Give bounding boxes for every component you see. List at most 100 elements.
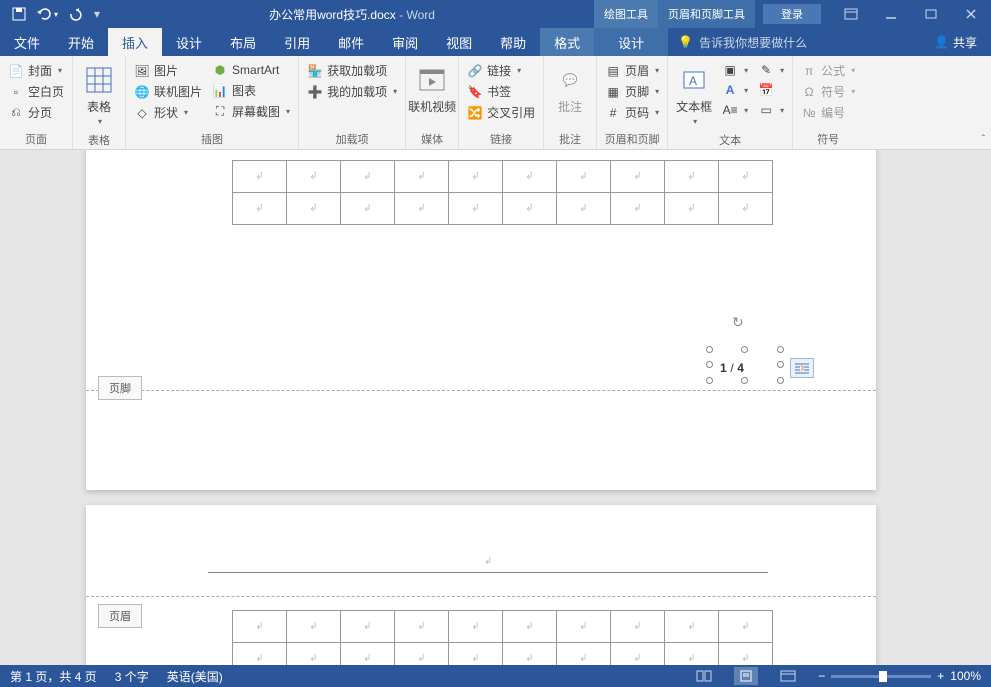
shapes-icon: ◇ — [134, 105, 150, 121]
table-page1[interactable]: ↲↲↲↲↲↲↲↲↲↲ ↲↲↲↲↲↲↲↲↲↲ — [232, 160, 773, 225]
collapse-ribbon-button[interactable]: ˆ — [982, 134, 985, 145]
group-label-comments: 批注 — [548, 129, 592, 149]
signature-icon: ✎ — [758, 62, 774, 78]
shapes-button[interactable]: ◇形状▾ — [130, 102, 206, 123]
symbol-button[interactable]: Ω符号▾ — [797, 81, 859, 102]
login-button[interactable]: 登录 — [763, 4, 821, 24]
online-pictures-button[interactable]: 🌐联机图片 — [130, 81, 206, 102]
group-label-addins: 加载项 — [303, 129, 401, 149]
object-button[interactable]: ▭▾ — [754, 100, 788, 120]
dropcap-icon: A≡ — [722, 102, 738, 118]
cover-page-button[interactable]: 📄封面▾ — [4, 60, 68, 81]
comment-button[interactable]: 💬批注 — [548, 60, 592, 119]
textbox-button[interactable]: A文本框▾ — [672, 60, 716, 130]
quickparts-button[interactable]: ▣▾ — [718, 60, 752, 80]
save-button[interactable] — [6, 2, 32, 26]
ribbon-group-headerfooter: ▤页眉▾ ▦页脚▾ #页码▾ 页眉和页脚 — [597, 56, 668, 149]
group-label-illustrations: 插图 — [130, 129, 294, 149]
blank-page-button[interactable]: ▫空白页 — [4, 81, 68, 102]
number-button[interactable]: №编号 — [797, 102, 859, 123]
tell-me-placeholder: 告诉我你想要做什么 — [699, 34, 807, 51]
tab-home[interactable]: 开始 — [54, 28, 108, 56]
header-rule — [208, 572, 768, 573]
web-layout-button[interactable] — [776, 667, 800, 685]
screenshot-button[interactable]: ⛶屏幕截图▾ — [208, 101, 294, 122]
minimize-button[interactable] — [871, 0, 911, 28]
tab-references[interactable]: 引用 — [270, 28, 324, 56]
signature-button[interactable]: ✎▾ — [754, 60, 788, 80]
zoom-in-button[interactable]: + — [937, 669, 944, 683]
close-button[interactable] — [951, 0, 991, 28]
zoom-level[interactable]: 100% — [950, 669, 981, 683]
redo-button[interactable] — [62, 2, 88, 26]
selection-handle[interactable] — [706, 361, 713, 368]
status-wordcount[interactable]: 3 个字 — [115, 668, 149, 685]
chart-button[interactable]: 📊图表 — [208, 80, 294, 101]
status-page[interactable]: 第 1 页，共 4 页 — [10, 668, 97, 685]
zoom-out-button[interactable]: − — [818, 669, 825, 683]
tab-format[interactable]: 格式 — [540, 28, 594, 56]
footer-button[interactable]: ▦页脚▾ — [601, 81, 663, 102]
undo-button[interactable]: ▾ — [34, 2, 60, 26]
ribbon-display-button[interactable] — [831, 0, 871, 28]
selection-handle[interactable] — [777, 346, 784, 353]
dropcap-button[interactable]: A≡▾ — [718, 100, 752, 120]
table-button[interactable]: 表格▾ — [77, 60, 121, 130]
link-icon: 🔗 — [467, 63, 483, 79]
datetime-button[interactable]: 📅 — [754, 80, 788, 100]
pagenum-button[interactable]: #页码▾ — [601, 102, 663, 123]
rotate-handle-icon[interactable]: ↻ — [732, 314, 744, 331]
my-addins-button[interactable]: ➕我的加载项▾ — [303, 81, 401, 102]
layout-options-button[interactable] — [790, 358, 814, 378]
get-addins-button[interactable]: 🏪获取加载项 — [303, 60, 401, 81]
equation-button[interactable]: π公式▾ — [797, 60, 859, 81]
document-area[interactable]: 页脚 ↲↲↲↲↲↲↲↲↲↲ ↲↲↲↲↲↲↲↲↲↲ ↻ 1 / 4 页眉 ↲ ↲↲… — [0, 150, 991, 665]
zoom-thumb[interactable] — [879, 671, 887, 682]
tab-design[interactable]: 设计 — [162, 28, 216, 56]
tab-mail[interactable]: 邮件 — [324, 28, 378, 56]
drawing-tools-tab-title: 绘图工具 — [594, 0, 658, 28]
bookmark-button[interactable]: 🔖书签 — [463, 81, 539, 102]
smartart-button[interactable]: ⬢SmartArt — [208, 60, 294, 80]
link-button[interactable]: 🔗链接▾ — [463, 60, 539, 81]
selection-handle[interactable] — [741, 377, 748, 384]
selection-handle[interactable] — [706, 346, 713, 353]
selection-handle[interactable] — [741, 346, 748, 353]
header-button[interactable]: ▤页眉▾ — [601, 60, 663, 81]
header-boundary — [86, 596, 876, 597]
tab-layout[interactable]: 布局 — [216, 28, 270, 56]
ribbon-group-addins: 🏪获取加载项 ➕我的加载项▾ 加载项 — [299, 56, 406, 149]
table-page2[interactable]: ↲↲↲↲↲↲↲↲↲↲ ↲↲↲↲↲↲↲↲↲↲ ↲↲↲↲↲↲↲↲↲↲ ↲↲↲↲↲↲↲… — [232, 610, 773, 665]
selection-handle[interactable] — [777, 377, 784, 384]
chart-icon: 📊 — [212, 83, 228, 99]
tab-help[interactable]: 帮助 — [486, 28, 540, 56]
page-break-button[interactable]: ⎌分页 — [4, 102, 68, 123]
share-button[interactable]: 👤 共享 — [920, 28, 991, 56]
read-mode-button[interactable] — [692, 667, 716, 685]
tab-file[interactable]: 文件 — [0, 28, 54, 56]
maximize-button[interactable] — [911, 0, 951, 28]
wordart-button[interactable]: A▾ — [718, 80, 752, 100]
header-footer-tools-tab-title: 页眉和页脚工具 — [658, 0, 755, 28]
tab-review[interactable]: 审阅 — [378, 28, 432, 56]
tab-design-hf[interactable]: 设计 — [594, 28, 668, 56]
zoom-slider[interactable] — [831, 675, 931, 678]
symbol-icon: Ω — [801, 84, 817, 100]
window-controls: 登录 — [763, 0, 991, 28]
smartart-icon: ⬢ — [212, 62, 228, 78]
selection-handle[interactable] — [706, 377, 713, 384]
ribbon-group-text: A文本框▾ ▣▾ A▾ A≡▾ ✎▾ 📅 ▭▾ 文本 — [668, 56, 793, 149]
status-language[interactable]: 英语(美国) — [167, 668, 223, 685]
tab-view[interactable]: 视图 — [432, 28, 486, 56]
crossref-button[interactable]: 🔀交叉引用 — [463, 102, 539, 123]
tab-insert[interactable]: 插入 — [108, 28, 162, 56]
pictures-button[interactable]: 🖼图片 — [130, 60, 206, 81]
ribbon-group-tables: 表格▾ 表格 — [73, 56, 126, 149]
tell-me-search[interactable]: 💡 告诉我你想要做什么 — [668, 28, 920, 56]
quickparts-icon: ▣ — [722, 62, 738, 78]
qat-customize-button[interactable]: ▾ — [90, 2, 104, 26]
selection-handle[interactable] — [777, 361, 784, 368]
number-icon: № — [801, 105, 817, 121]
print-layout-button[interactable] — [734, 667, 758, 685]
online-video-button[interactable]: 联机视频 — [410, 60, 454, 119]
